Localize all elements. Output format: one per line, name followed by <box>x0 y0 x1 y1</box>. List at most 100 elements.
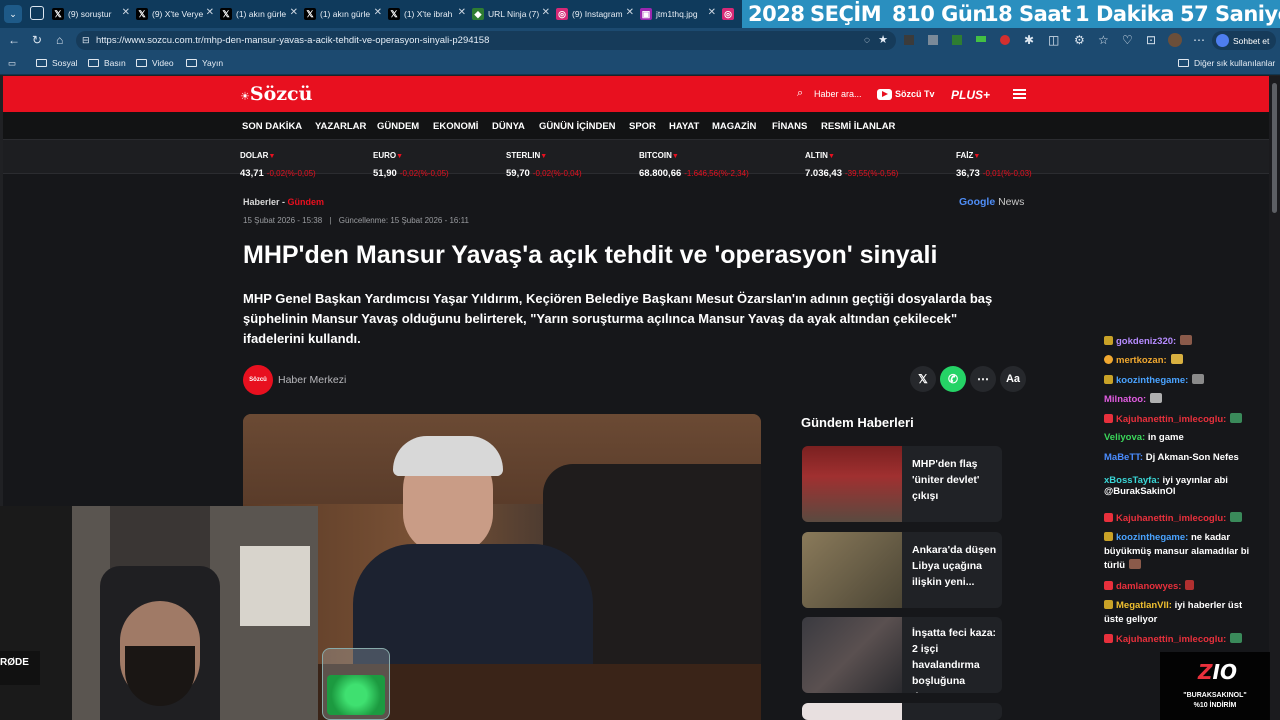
sidebar-news-item[interactable]: İnşatta feci kaza: 2 işçi havalandırma b… <box>802 617 1002 693</box>
address-field[interactable]: ⊟ https://www.sozcu.com.tr/mhp-den-mansu… <box>76 31 896 50</box>
close-tab-icon[interactable]: ✕ <box>626 7 634 18</box>
extensions-puzzle-icon[interactable]: ✱ <box>1024 34 1034 46</box>
close-tab-icon[interactable]: ✕ <box>206 7 214 18</box>
browser-essentials-icon[interactable]: ♡ <box>1122 34 1133 46</box>
nav-gundem[interactable]: GÜNDEM <box>377 121 419 132</box>
share-more-button[interactable]: ⋯ <box>970 366 996 392</box>
ticker-item-bitcoin[interactable]: BITCOIN▼ 68.800,66 -1.646,56(%-2,34) <box>639 145 749 181</box>
nav-magazin[interactable]: MAGAZİN <box>712 121 756 132</box>
ticker-item-faiz[interactable]: FAİZ▼ 36,73 -0,01(%-0,03) <box>956 145 1032 181</box>
more-dots-icon: ⋯ <box>977 372 989 386</box>
extension-icon[interactable] <box>952 35 962 45</box>
nav-spor[interactable]: SPOR <box>629 121 656 132</box>
nav-resmi-ilanlar[interactable]: RESMİ İLANLAR <box>821 121 895 132</box>
reading-list-icon[interactable]: ▭ <box>8 58 16 69</box>
browser-tab[interactable]: ◎ (9) Instagram ✕ <box>556 3 636 25</box>
ticker-value: 36,73 <box>956 168 980 179</box>
chat-message: koozinthegame: ne kadar büyükmüş mansur a… <box>1104 531 1249 573</box>
reader-mode-icon[interactable]: ◌ <box>864 31 870 50</box>
search-icon[interactable]: ⌕ <box>797 87 803 100</box>
nav-son-dakika[interactable]: SON DAKİKA <box>242 121 302 132</box>
browser-tab[interactable]: 𝕏 (9) soruştur ✕ <box>52 3 132 25</box>
bookmark-folder[interactable]: Basın <box>88 58 126 68</box>
instagram-icon: ◎ <box>722 8 734 20</box>
subscriber-badge-icon <box>1104 336 1113 345</box>
reload-icon[interactable]: ↻ <box>32 34 42 46</box>
bookmark-label: Yayın <box>202 58 224 68</box>
nav-hayat[interactable]: HAYAT <box>669 121 699 132</box>
author-avatar[interactable]: Sözcü <box>243 365 273 395</box>
split-screen-icon[interactable]: ◫ <box>1048 34 1059 46</box>
ticker-item-euro[interactable]: EURO▼ 51,90 -0,02(%-0,05) <box>373 145 449 181</box>
plus-link[interactable]: PLUS+ <box>951 88 990 102</box>
browser-tab[interactable]: 𝕏 (1) akın gürle ✕ <box>304 3 384 25</box>
nav-ekonomi[interactable]: EKONOMİ <box>433 121 478 132</box>
more-menu-icon[interactable]: ⋯ <box>1193 34 1205 46</box>
copilot-button[interactable]: Sohbet et <box>1212 31 1276 50</box>
screenshot-icon[interactable]: ⊡ <box>1146 34 1156 46</box>
nav-yazarlar[interactable]: YAZARLAR <box>315 121 366 132</box>
site-logo[interactable]: ☀Sözcü <box>240 83 312 105</box>
sidebar-news-item[interactable] <box>802 703 1002 720</box>
browser-tab[interactable]: ◆ URL Ninja (7) ✕ <box>472 3 552 25</box>
close-tab-icon[interactable]: ✕ <box>542 7 550 18</box>
share-x-button[interactable]: 𝕏 <box>910 366 936 392</box>
ticker-item-altin[interactable]: ALTIN▼ 7.036,43 -39,55(%-0,56) <box>805 145 898 181</box>
sidebar-news-item[interactable]: MHP'den flaş 'üniter devlet' çıkışı <box>802 446 1002 522</box>
sidebar-news-item[interactable]: Ankara'da düşen Libya uçağına ilişkin ye… <box>802 532 1002 608</box>
bookmark-folder[interactable]: Sosyal <box>36 58 78 68</box>
extension-icon[interactable] <box>928 35 938 45</box>
hamburger-menu-icon[interactable] <box>1013 89 1026 91</box>
extension-icon[interactable] <box>976 36 986 42</box>
ticker-value: 43,71 <box>240 168 264 179</box>
favorite-star-icon[interactable]: ★ <box>878 31 888 50</box>
folder-icon <box>36 59 47 67</box>
close-tab-icon[interactable]: ✕ <box>290 7 298 18</box>
profile-avatar[interactable] <box>1168 33 1182 47</box>
close-tab-icon[interactable]: ✕ <box>458 7 466 18</box>
extension-icon[interactable] <box>904 35 914 45</box>
ticker-item-sterlin[interactable]: STERLIN▼ 59,70 -0,02(%-0,04) <box>506 145 582 181</box>
browser-tab[interactable]: 𝕏 (9) X'te Verye ✕ <box>136 3 216 25</box>
close-tab-icon[interactable]: ✕ <box>708 7 716 18</box>
ticker-item-dolar[interactable]: DOLAR▼ 43,71 -0,02(%-0,05) <box>240 145 316 181</box>
tab-label: (9) Instagram <box>572 9 623 19</box>
site-info-icon[interactable]: ⊟ <box>82 31 90 50</box>
bookmark-label: Video <box>152 58 174 68</box>
browser-tab[interactable]: ◎ <box>722 3 740 25</box>
browser-tab[interactable]: 𝕏 (1) X'te ibrah ✕ <box>388 3 468 25</box>
font-size-icon: Aa <box>1005 373 1021 385</box>
home-icon[interactable]: ⌂ <box>56 34 63 46</box>
page-scrollbar[interactable] <box>1269 76 1280 720</box>
breadcrumb-section[interactable]: Gündem <box>288 197 325 207</box>
share-whatsapp-button[interactable]: ✆ <box>940 366 966 392</box>
tab-list-dropdown-button[interactable]: ⌄ <box>4 5 22 23</box>
close-tab-icon[interactable]: ✕ <box>374 7 382 18</box>
down-arrow-icon: ▼ <box>973 153 981 160</box>
subscriber-badge-icon <box>1104 513 1113 522</box>
favorites-icon[interactable]: ☆ <box>1098 34 1109 46</box>
browser-tab[interactable]: 𝕏 (1) akın gürle ✕ <box>220 3 300 25</box>
nav-finans[interactable]: FİNANS <box>772 121 807 132</box>
extension-icon[interactable] <box>1000 35 1010 45</box>
bookmark-folder[interactable]: Video <box>136 58 174 68</box>
author-name[interactable]: Haber Merkezi <box>278 374 346 386</box>
subscriber-badge-icon <box>1104 634 1113 643</box>
search-input[interactable]: Haber ara... <box>814 89 862 99</box>
other-favorites-folder[interactable]: Diğer sık kullanılanlar <box>1178 58 1275 68</box>
font-size-button[interactable]: Aa <box>1000 366 1026 392</box>
ticker-change: -0,02(%-0,04) <box>532 169 582 178</box>
sozcu-tv-link[interactable]: Sözcü Tv <box>895 89 935 99</box>
settings-icon[interactable]: ⚙ <box>1074 34 1085 46</box>
google-news-link[interactable]: Google News <box>959 196 1024 208</box>
nav-dunya[interactable]: DÜNYA <box>492 121 525 132</box>
nav-gunun-icinden[interactable]: GÜNÜN İÇİNDEN <box>539 121 616 132</box>
breadcrumb-root[interactable]: Haberler - <box>243 197 285 207</box>
browser-tab[interactable]: ▣ jtm1thq.jpg ✕ <box>640 3 718 25</box>
close-tab-icon[interactable]: ✕ <box>122 7 130 18</box>
sponsor-overlay: ZIO "BURAKSAKINOL" %10 İNDİRİM <box>1160 652 1270 720</box>
scrollbar-thumb[interactable] <box>1272 83 1277 213</box>
bookmark-folder[interactable]: Yayın <box>186 58 223 68</box>
back-arrow-icon[interactable]: ← <box>8 34 20 46</box>
workspaces-icon[interactable] <box>30 6 44 20</box>
